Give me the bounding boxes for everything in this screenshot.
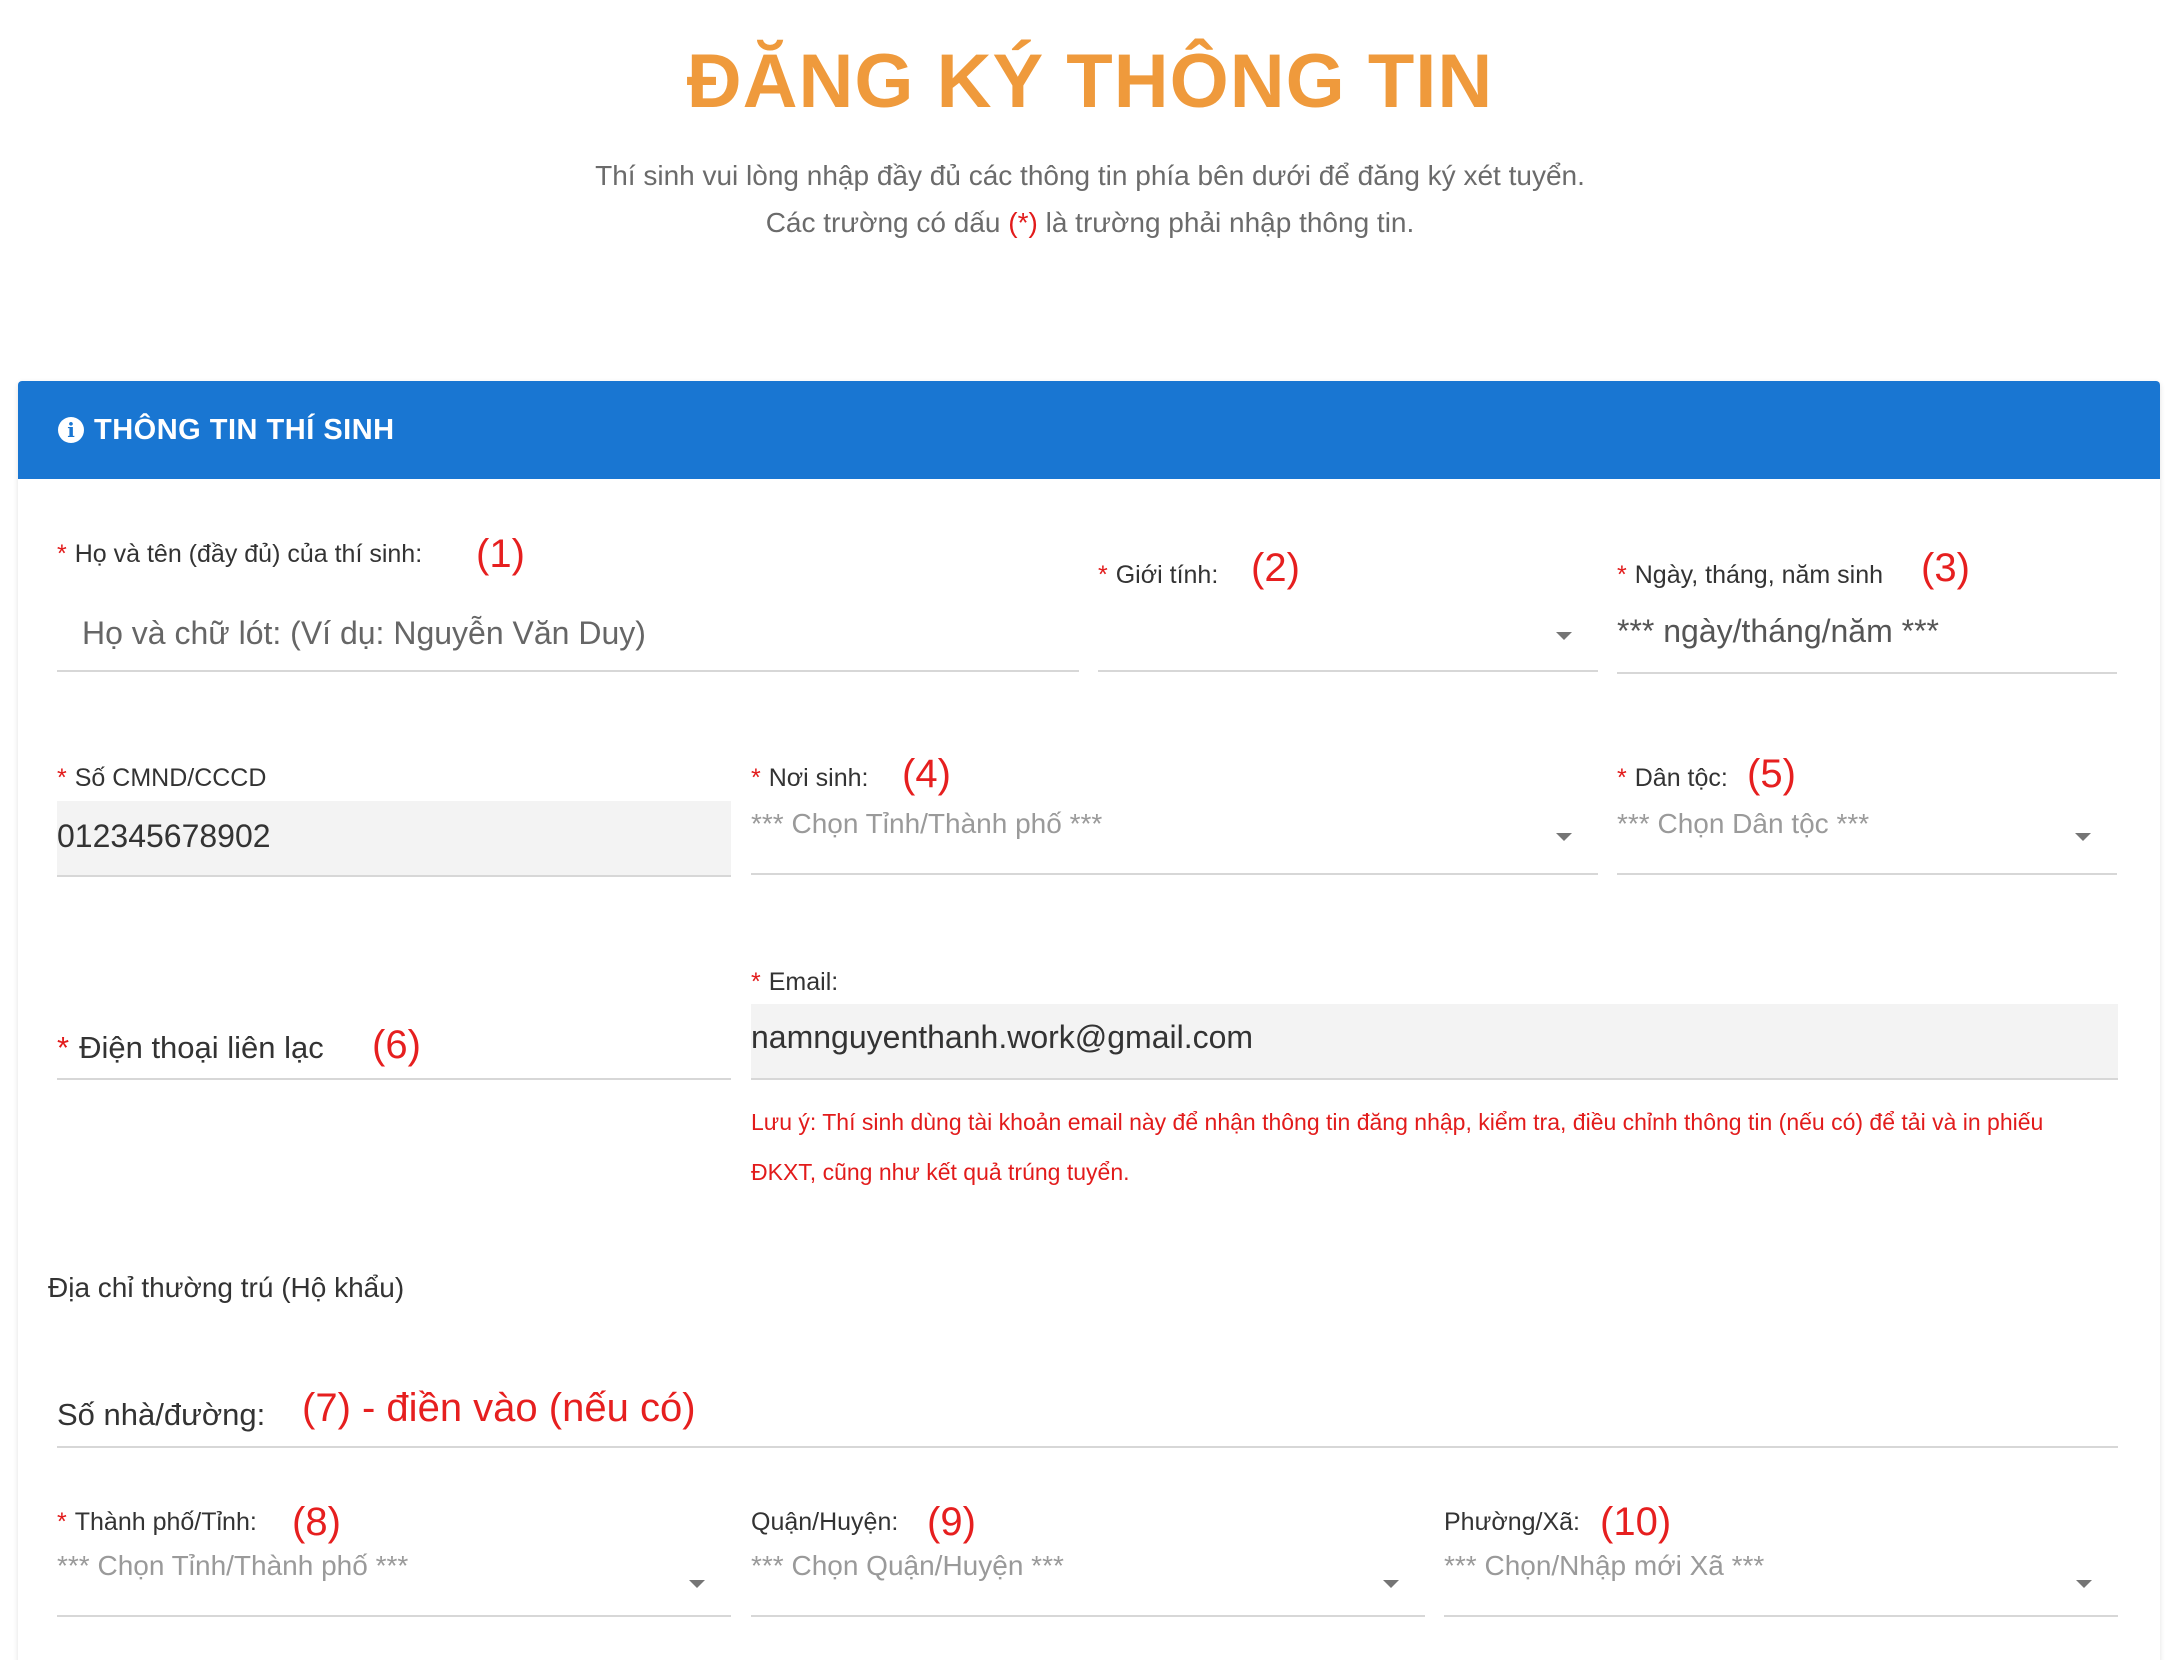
required-hint-mark: (*) [1008, 207, 1038, 238]
birthdate-input[interactable]: *** ngày/tháng/năm *** [1617, 600, 2117, 674]
fullname-input[interactable]: Họ và chữ lót: (Ví dụ: Nguyễn Văn Duy) [57, 600, 1079, 672]
street-label: Số nhà/đường: [57, 1397, 266, 1432]
required-star: * [57, 540, 67, 568]
birthdate-placeholder: *** ngày/tháng/năm *** [1617, 613, 1939, 649]
ward-placeholder: *** Chọn/Nhập mới Xã *** [1444, 1550, 1765, 1581]
card-title: THÔNG TIN THÍ SINH [94, 413, 395, 446]
birthplace-select[interactable]: *** Chọn Tỉnh/Thành phố *** [751, 800, 1598, 875]
chevron-down-icon [2076, 1580, 2092, 1588]
city-annotation: (8) [292, 1500, 341, 1544]
ethnicity-label: * Dân tộc: [1617, 764, 1728, 793]
chevron-down-icon [2075, 833, 2091, 841]
birthdate-label: * Ngày, tháng, năm sinh [1617, 561, 1883, 590]
ethnicity-select[interactable]: *** Chọn Dân tộc *** [1617, 800, 2117, 875]
district-label: Quận/Huyện: [751, 1508, 899, 1536]
ward-label: Phường/Xã: [1444, 1508, 1580, 1536]
chevron-down-icon [689, 1580, 705, 1588]
email-input[interactable]: namnguyenthanh.work@gmail.com [751, 1004, 2118, 1080]
district-select[interactable]: *** Chọn Quận/Huyện *** [751, 1550, 1425, 1617]
id-number-label-text: Số CMND/CCCD [74, 764, 267, 792]
birthplace-label: * Nơi sinh: [751, 764, 869, 793]
gender-label-text: Giới tính: [1115, 561, 1219, 589]
phone-label-text: Điện thoại liên lạc [79, 1030, 324, 1065]
email-note: Lưu ý: Thí sinh dùng tài khoản email này… [751, 1109, 2044, 1185]
fullname-label: * Họ và tên (đầy đủ) của thí sinh: [57, 540, 422, 569]
chevron-down-icon [1383, 1580, 1399, 1588]
email-label: * Email: [751, 968, 838, 997]
fullname-label-text: Họ và tên (đầy đủ) của thí sinh: [74, 540, 423, 568]
email-label-text: Email: [768, 968, 839, 996]
gender-annotation: (2) [1251, 546, 1300, 590]
district-placeholder: *** Chọn Quận/Huyện *** [751, 1550, 1064, 1581]
required-hint-after: là trường phải nhập thông tin. [1037, 207, 1415, 238]
card-header: i THÔNG TIN THÍ SINH [18, 381, 2160, 479]
required-hint: Các trường có dấu (*) là trường phải nhậ… [0, 207, 2180, 239]
birthplace-placeholder: *** Chọn Tỉnh/Thành phố *** [751, 808, 1103, 839]
id-number-label: * Số CMND/CCCD [57, 764, 266, 793]
required-star: * [57, 1508, 67, 1536]
phone-annotation: (6) [372, 1023, 421, 1067]
birthplace-annotation: (4) [902, 752, 951, 796]
chevron-down-icon [1556, 632, 1572, 640]
district-annotation: (9) [927, 1500, 976, 1544]
email-value: namnguyenthanh.work@gmail.com [751, 1019, 1254, 1055]
gender-select[interactable] [1098, 600, 1598, 672]
ethnicity-label-text: Dân tộc: [1634, 764, 1728, 792]
required-star: * [751, 968, 761, 996]
info-icon: i [58, 417, 84, 443]
required-star: * [1098, 561, 1108, 589]
id-number-input[interactable]: 012345678902 [57, 801, 731, 877]
chevron-down-icon [1556, 833, 1572, 841]
gender-label: * Giới tính: [1098, 561, 1218, 590]
fullname-placeholder: Họ và chữ lót: (Ví dụ: Nguyễn Văn Duy) [82, 615, 646, 651]
address-section-label: Địa chỉ thường trú (Hộ khẩu) [48, 1272, 405, 1303]
city-label-text: Thành phố/Tỉnh: [74, 1508, 257, 1536]
ethnicity-placeholder: *** Chọn Dân tộc *** [1617, 808, 1870, 839]
ward-select[interactable]: *** Chọn/Nhập mới Xã *** [1444, 1550, 2118, 1617]
required-star: * [1617, 561, 1627, 589]
city-select[interactable]: *** Chọn Tỉnh/Thành phố *** [57, 1550, 731, 1617]
city-label: * Thành phố/Tỉnh: [57, 1508, 257, 1537]
required-star: * [57, 764, 67, 792]
required-hint-before: Các trường có dấu [765, 207, 1009, 238]
ethnicity-annotation: (5) [1747, 752, 1796, 796]
phone-label: * Điện thoại liên lạc [57, 1030, 324, 1066]
birthplace-label-text: Nơi sinh: [768, 764, 869, 792]
city-placeholder: *** Chọn Tỉnh/Thành phố *** [57, 1550, 409, 1581]
fullname-annotation: (1) [476, 532, 525, 576]
required-star: * [751, 764, 761, 792]
ward-annotation: (10) [1600, 1500, 1672, 1544]
birthdate-annotation: (3) [1921, 546, 1970, 590]
page-title: ĐĂNG KÝ THÔNG TIN [686, 39, 1494, 124]
id-number-value: 012345678902 [57, 818, 271, 854]
street-annotation: (7) - điền vào (nếu có) [302, 1386, 696, 1430]
intro-text: Thí sinh vui lòng nhập đầy đủ các thông … [595, 160, 1585, 191]
birthdate-label-text: Ngày, tháng, năm sinh [1634, 561, 1884, 589]
required-star: * [1617, 764, 1627, 792]
required-star: * [57, 1030, 70, 1065]
